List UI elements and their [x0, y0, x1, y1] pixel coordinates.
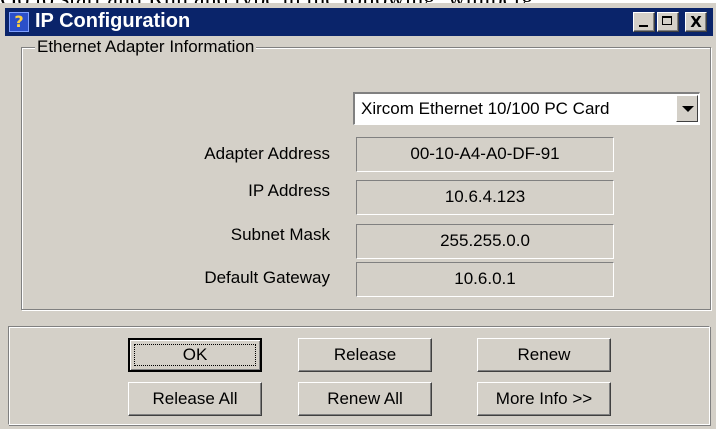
renew-all-button-label: Renew All [327, 389, 403, 408]
close-button[interactable]: X [685, 12, 707, 32]
adapter-select[interactable]: Xircom Ethernet 10/100 PC Card [353, 92, 700, 125]
maximize-icon [658, 13, 678, 31]
ok-button[interactable]: OK [128, 338, 262, 372]
adapter-select-value: Xircom Ethernet 10/100 PC Card [361, 99, 610, 118]
default-gateway-label: Default Gateway [204, 268, 330, 287]
subnet-mask-field: 255.255.0.0 [356, 224, 614, 259]
ip-address-field: 10.6.4.123 [356, 180, 614, 215]
minimize-icon [634, 13, 654, 31]
ip-configuration-window: ? IP Configuration X Ethernet Adapter In… [0, 3, 716, 429]
adapter-address-label: Adapter Address [204, 144, 330, 163]
minimize-button[interactable] [633, 12, 655, 32]
default-gateway-field: 10.6.0.1 [356, 262, 614, 297]
release-all-button-label: Release All [152, 389, 238, 408]
window-title: IP Configuration [35, 10, 191, 32]
release-button-label: Release [333, 345, 397, 364]
more-info-button[interactable]: More Info >> [477, 382, 611, 416]
title-bar[interactable]: ? IP Configuration X [5, 8, 713, 36]
focus-rectangle [134, 344, 256, 366]
renew-button-label: Renew [517, 345, 571, 364]
group-label: Ethernet Adapter Information [35, 37, 257, 57]
renew-all-button[interactable]: Renew All [298, 382, 432, 416]
renew-button[interactable]: Renew [477, 338, 611, 372]
ip-address-label: IP Address [248, 181, 330, 200]
dropdown-button[interactable] [676, 95, 698, 122]
release-all-button[interactable]: Release All [128, 382, 262, 416]
more-info-button-label: More Info >> [495, 389, 593, 408]
adapter-address-field: 00-10-A4-A0-DF-91 [356, 137, 614, 172]
close-icon: X [690, 13, 702, 31]
maximize-button[interactable] [657, 12, 679, 32]
release-button[interactable]: Release [298, 338, 432, 372]
help-question-icon: ? [9, 12, 29, 32]
chevron-down-icon [682, 106, 694, 112]
subnet-mask-label: Subnet Mask [230, 225, 330, 244]
